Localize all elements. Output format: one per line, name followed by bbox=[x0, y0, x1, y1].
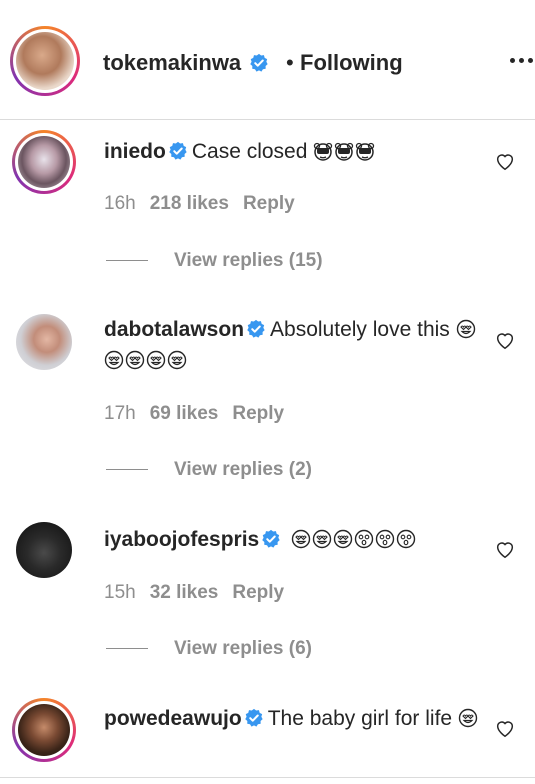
comment-text-block: iyaboojofespris 😍😍😍😮😮😮 bbox=[104, 524, 484, 555]
view-replies-label[interactable]: View replies (15) bbox=[174, 250, 323, 271]
comment-username[interactable]: dabotalawson bbox=[104, 318, 244, 341]
header-separator: • bbox=[286, 50, 294, 75]
comment-body: Case closed bbox=[191, 140, 314, 163]
comment-text-block: dabotalawsonAbsolutely love this 😍😍😍😍😍 bbox=[104, 314, 484, 376]
view-replies-label[interactable]: View replies (2) bbox=[174, 459, 312, 480]
comment-text-block: iniedoCase closed 🙉🙉🙉 bbox=[104, 136, 484, 167]
reply-button[interactable]: Reply bbox=[243, 193, 295, 214]
commenter-avatar[interactable] bbox=[12, 698, 76, 762]
comment-meta: 17h 69 likes Reply bbox=[104, 402, 298, 426]
more-options-icon[interactable] bbox=[510, 58, 535, 64]
divider-line bbox=[106, 469, 148, 471]
commenter-avatar[interactable] bbox=[16, 314, 72, 370]
comment-username[interactable]: iniedo bbox=[104, 140, 166, 163]
view-replies-label[interactable]: View replies (6) bbox=[174, 638, 312, 659]
view-replies-button[interactable]: View replies (6) bbox=[106, 637, 312, 661]
post-header: tokemakinwa • Following bbox=[0, 0, 535, 120]
commenter-avatar[interactable] bbox=[16, 522, 72, 578]
view-replies-button[interactable]: View replies (2) bbox=[106, 458, 312, 482]
comment-meta: 16h 218 likes Reply bbox=[104, 192, 309, 216]
verified-badge-icon bbox=[169, 141, 187, 160]
verified-badge-icon bbox=[250, 53, 268, 72]
see-no-evil-monkey-icon bbox=[313, 140, 376, 163]
like-heart-icon[interactable] bbox=[494, 329, 516, 351]
comment-body: Absolutely love this bbox=[270, 318, 456, 341]
author-avatar[interactable] bbox=[10, 26, 80, 96]
comment-username[interactable]: powedeawujo bbox=[104, 707, 242, 730]
heart-eyes-face-icon bbox=[458, 707, 479, 730]
comment-text-block: powedeawujoThe baby girl for life 😍 bbox=[104, 703, 484, 734]
divider-line bbox=[106, 260, 148, 262]
verified-badge-icon bbox=[247, 319, 265, 338]
comment-meta: 15h 32 likes Reply bbox=[104, 581, 298, 605]
following-button[interactable]: Following bbox=[300, 48, 403, 78]
author-username-text[interactable]: tokemakinwa bbox=[103, 50, 241, 75]
commenter-avatar[interactable] bbox=[12, 130, 76, 194]
comment-likes[interactable]: 69 likes bbox=[150, 403, 219, 424]
reply-button[interactable]: Reply bbox=[232, 403, 284, 424]
verified-badge-icon bbox=[244, 708, 263, 727]
author-username[interactable]: tokemakinwa bbox=[103, 48, 273, 78]
view-replies-button[interactable]: View replies (15) bbox=[106, 249, 323, 273]
comment-likes[interactable]: 32 likes bbox=[150, 582, 219, 603]
comment-likes[interactable]: 218 likes bbox=[150, 193, 229, 214]
heart-eyes-face-icon bbox=[291, 528, 354, 551]
like-heart-icon[interactable] bbox=[494, 538, 516, 560]
comment-time[interactable]: 15h bbox=[104, 582, 136, 603]
divider-line bbox=[106, 648, 148, 650]
like-heart-icon[interactable] bbox=[494, 150, 516, 172]
comment-username[interactable]: iyaboojofespris bbox=[104, 528, 259, 551]
like-heart-icon[interactable] bbox=[494, 717, 516, 739]
reply-button[interactable]: Reply bbox=[232, 582, 284, 603]
bottom-divider bbox=[0, 777, 535, 778]
comment-time[interactable]: 17h bbox=[104, 403, 136, 424]
comment-time[interactable]: 16h bbox=[104, 193, 136, 214]
astonished-face-icon bbox=[354, 528, 417, 551]
comment-body: The baby girl for life bbox=[267, 707, 458, 730]
verified-badge-icon bbox=[262, 529, 280, 548]
